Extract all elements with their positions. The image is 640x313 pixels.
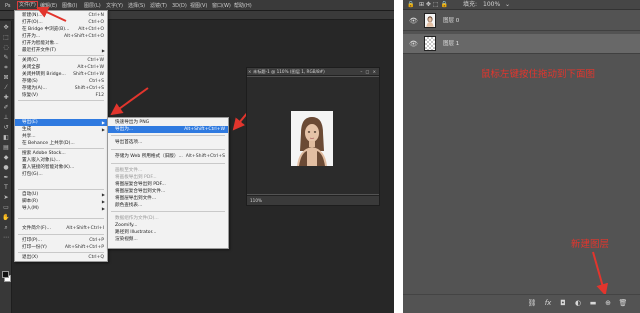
layers-panel-footer: ⛓ fx ◘ ◐ ▬ ⊕ 🗑 bbox=[403, 294, 640, 313]
annotation-arrow-right bbox=[592, 251, 609, 296]
photoshop-window: Ps 文件(F) 编辑(E) 图像(I) 图层(L) 文字(Y) 选择(S) 滤… bbox=[0, 0, 394, 313]
arrow-to-export bbox=[110, 87, 149, 116]
arrow-to-new-layer bbox=[592, 251, 609, 296]
adjustment-icon[interactable]: ◐ bbox=[573, 298, 583, 308]
document-title: 未标题-1 @ 110% (图层 1, RGB/8#) bbox=[253, 69, 325, 74]
document-status-bar: 110% bbox=[247, 195, 379, 205]
mask-icon[interactable]: ◘ bbox=[558, 298, 568, 308]
document-canvas[interactable] bbox=[247, 77, 379, 194]
portrait-photo bbox=[291, 111, 333, 166]
fx-icon[interactable]: fx bbox=[543, 298, 553, 308]
close-icon[interactable]: × bbox=[248, 69, 251, 75]
folder-icon[interactable]: ▬ bbox=[588, 298, 598, 308]
window-controls-icon[interactable]: – □ × bbox=[360, 69, 377, 75]
document-window: × 未标题-1 @ 110% (图层 1, RGB/8#) – □ × 110% bbox=[246, 67, 380, 206]
new-layer-icon[interactable]: ⊕ bbox=[603, 298, 613, 308]
layers-panel: 🔒 ⊞ ✥ ⬚ 🔒 填充: 100% ⌄ 👁 图层 0 👁 图层 1 鼠标左键按… bbox=[403, 0, 640, 313]
trash-icon[interactable]: 🗑 bbox=[618, 298, 628, 308]
document-tab[interactable]: × 未标题-1 @ 110% (图层 1, RGB/8#) – □ × bbox=[247, 68, 379, 76]
arrow-to-file-menu bbox=[36, 6, 67, 22]
link-icon[interactable]: ⛓ bbox=[527, 298, 537, 308]
zoom-level[interactable]: 110% bbox=[250, 198, 262, 204]
